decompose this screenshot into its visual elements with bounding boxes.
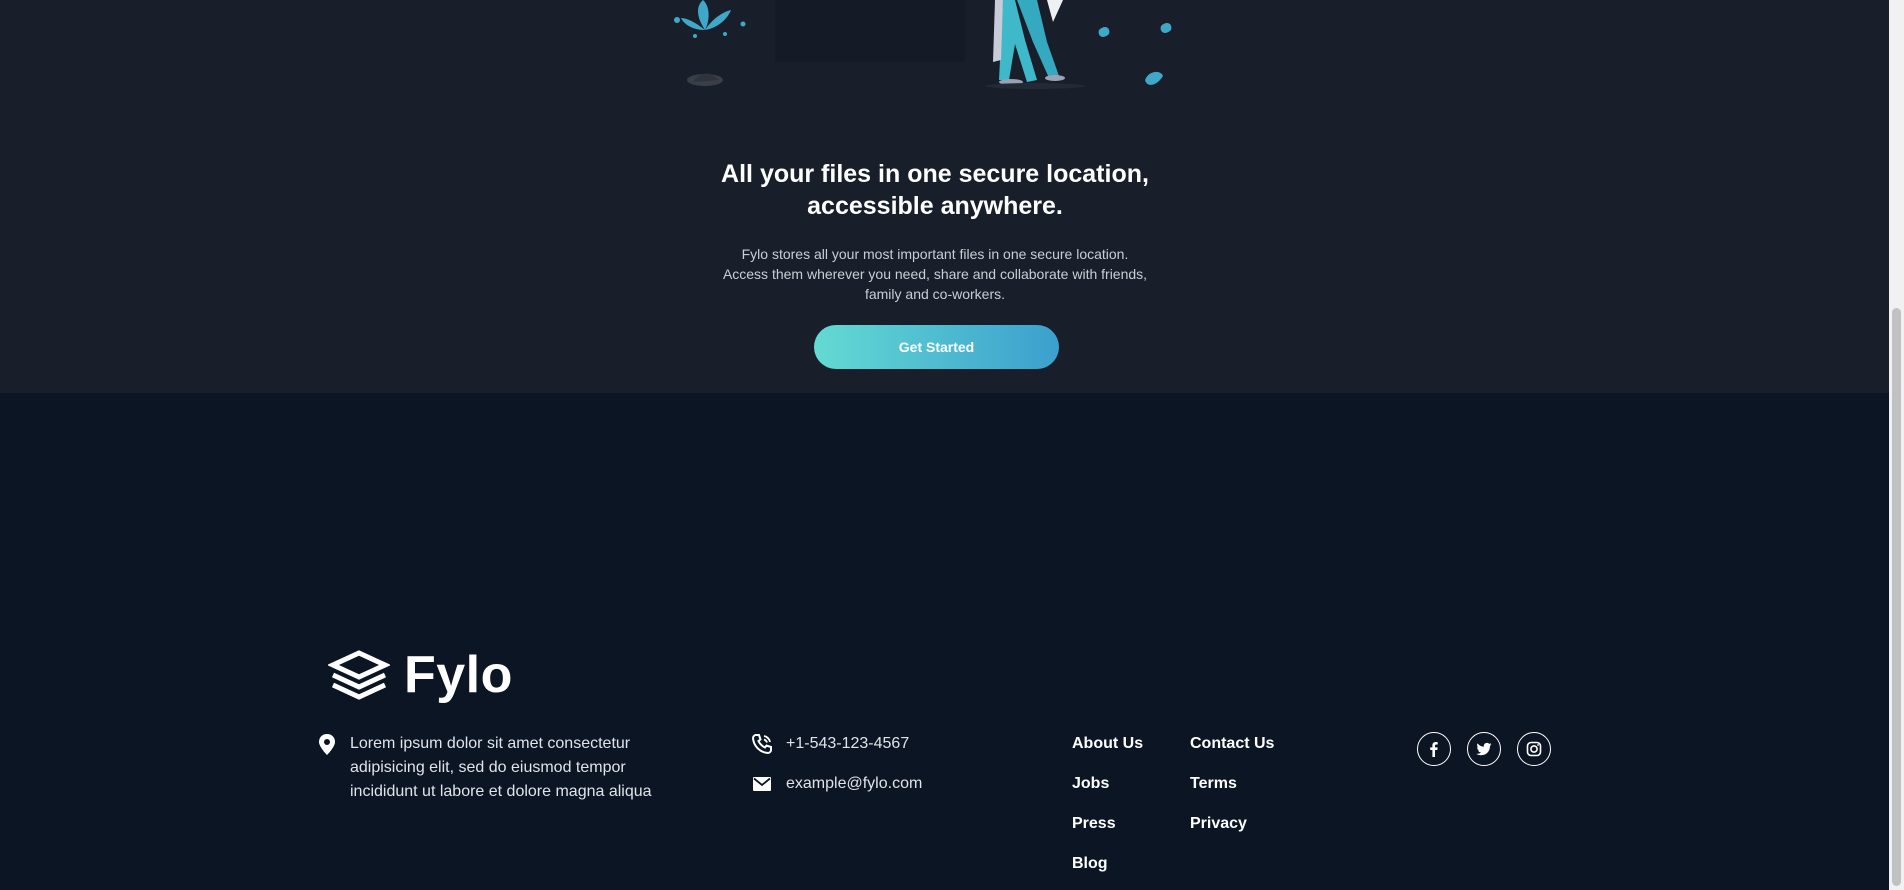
email-icon [753,777,771,791]
hero-headline: All your files in one secure location, a… [721,160,1149,220]
hero-illustration [674,0,1172,89]
phone-icon [752,734,772,754]
footer-links-column-1: About Us Jobs Press Blog [1072,733,1143,890]
email-address: example@fylo.com [786,775,923,792]
footer-logo[interactable]: Fylo [328,648,513,702]
facebook-icon [1430,742,1438,757]
instagram-button[interactable] [1517,732,1551,766]
footer-phone[interactable]: +1-543-123-4567 [752,734,909,754]
social-links [1417,732,1551,766]
footer-link-contact-us[interactable]: Contact Us [1190,733,1274,755]
stacked-layers-icon [328,650,390,700]
hero-description: Fylo stores all your most important file… [722,246,1148,302]
footer-links-column-2: Contact Us Terms Privacy [1190,733,1274,853]
footer-link-blog[interactable]: Blog [1072,853,1143,875]
footer-link-terms[interactable]: Terms [1190,773,1274,795]
hero-section: All your files in one secure location, a… [0,0,1889,393]
brand-name: Fylo [404,646,513,704]
vertical-scrollbar[interactable] [1889,0,1904,890]
address-text: Lorem ipsum dolor sit amet consectetur a… [350,735,652,800]
footer-link-about-us[interactable]: About Us [1072,733,1143,755]
footer-link-press[interactable]: Press [1072,813,1143,835]
twitter-icon [1476,742,1492,756]
footer-link-privacy[interactable]: Privacy [1190,813,1274,835]
instagram-icon [1526,741,1542,757]
location-pin-icon [319,734,335,755]
twitter-button[interactable] [1467,732,1501,766]
get-started-button[interactable]: Get Started [814,325,1059,369]
phone-number: +1-543-123-4567 [786,735,910,752]
footer-email[interactable]: example@fylo.com [752,774,922,794]
plant-illustration [674,0,746,38]
footer-link-jobs[interactable]: Jobs [1072,773,1143,795]
facebook-button[interactable] [1417,732,1451,766]
footer-address: Lorem ipsum dolor sit amet consectetur a… [318,732,688,804]
scrollbar-thumb[interactable] [1892,308,1901,886]
